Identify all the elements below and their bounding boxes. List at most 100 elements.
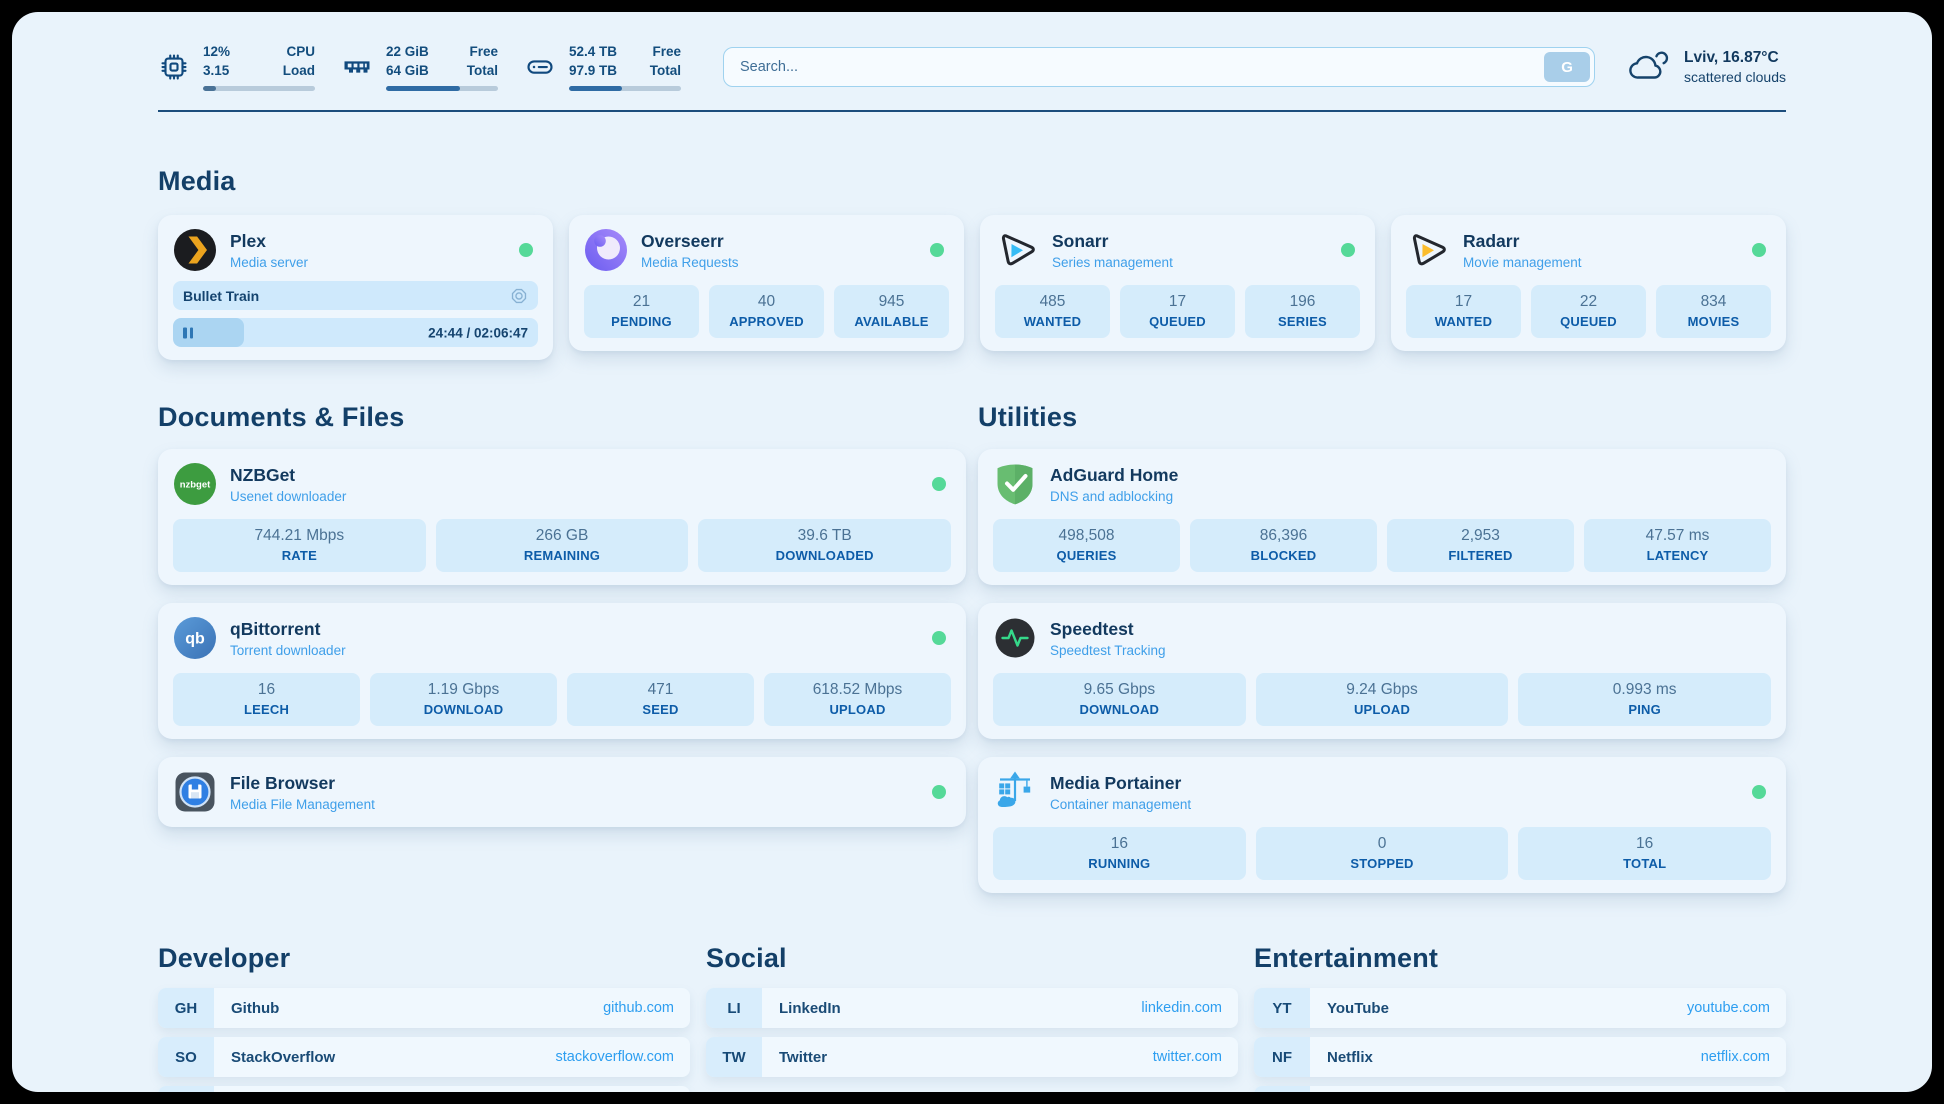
card-qbittorrent[interactable]: qb qBittorrent Torrent downloader 16LEEC… xyxy=(158,603,966,739)
card-title: AdGuard Home xyxy=(1050,465,1178,486)
card-overseerr[interactable]: Overseerr Media Requests 21PENDING 40APP… xyxy=(569,215,964,351)
stat-ping: 0.993 msPING xyxy=(1518,673,1771,726)
link-youtube[interactable]: YT YouTube youtube.com xyxy=(1254,988,1786,1028)
link-abbr: LI xyxy=(706,988,762,1028)
card-title: Overseerr xyxy=(641,231,739,252)
card-subtitle: Movie management xyxy=(1463,255,1582,270)
sonarr-icon xyxy=(995,228,1039,272)
status-dot xyxy=(1341,243,1355,257)
stat-leech: 16LEECH xyxy=(173,673,360,726)
memory-stat-group: 22 GiB64 GiB FreeTotal xyxy=(341,43,498,90)
status-dot xyxy=(1752,785,1766,799)
speedtest-icon xyxy=(993,616,1037,660)
link-reddit[interactable]: RE Reddit reddit.com xyxy=(1254,1086,1786,1092)
memory-values: 22 GiB64 GiB xyxy=(386,43,429,79)
stat-series: 196SERIES xyxy=(1245,285,1360,338)
stat-downloaded: 39.6 TBDOWNLOADED xyxy=(698,519,951,572)
cpu-labels: CPULoad xyxy=(283,43,315,79)
stat-blocked: 86,396BLOCKED xyxy=(1190,519,1377,572)
card-subtitle: Usenet downloader xyxy=(230,489,346,504)
cpu-values: 12%3.15 xyxy=(203,43,230,79)
adguard-icon xyxy=(993,462,1037,506)
link-abbr: RE xyxy=(1254,1086,1310,1092)
stat-download: 1.19 GbpsDOWNLOAD xyxy=(370,673,557,726)
pause-icon[interactable] xyxy=(183,327,193,338)
documents-column: Documents & Files nzbget NZBGet Usenet d… xyxy=(158,402,966,827)
section-title-media: Media xyxy=(158,166,1786,197)
link-linkedin[interactable]: LI LinkedIn linkedin.com xyxy=(706,988,1238,1028)
disk-labels: FreeTotal xyxy=(650,43,681,79)
memory-labels: FreeTotal xyxy=(467,43,498,79)
link-abbr: YT xyxy=(1254,988,1310,1028)
dashboard-page: 12%3.15 CPULoad 22 GiB64 GiB FreeTotal xyxy=(12,12,1932,1092)
memory-progress-bar xyxy=(386,86,498,91)
top-bar: 12%3.15 CPULoad 22 GiB64 GiB FreeTotal xyxy=(158,39,1786,95)
card-title: Media Portainer xyxy=(1050,773,1191,794)
card-subtitle: Series management xyxy=(1052,255,1173,270)
stat-running: 16RUNNING xyxy=(993,827,1246,880)
cloud-moon-icon xyxy=(1625,46,1671,88)
status-dot xyxy=(930,243,944,257)
stat-queued: 17QUEUED xyxy=(1120,285,1235,338)
entertainment-section: Entertainment YT YouTube youtube.com NF … xyxy=(1254,943,1786,1092)
playback-time: 24:44 / 02:06:47 xyxy=(428,325,528,340)
stat-remaining: 266 GBREMAINING xyxy=(436,519,689,572)
stat-wanted: 17WANTED xyxy=(1406,285,1521,338)
link-abbr: SO xyxy=(158,1037,214,1077)
card-title: Plex xyxy=(230,231,308,252)
link-netflix[interactable]: NF Netflix netflix.com xyxy=(1254,1037,1786,1077)
nzbget-icon: nzbget xyxy=(173,462,217,506)
status-dot xyxy=(932,477,946,491)
section-title-social: Social xyxy=(706,943,1238,974)
qbittorrent-icon: qb xyxy=(173,616,217,660)
search-input[interactable] xyxy=(723,47,1595,87)
stat-wanted: 485WANTED xyxy=(995,285,1110,338)
overseerr-icon xyxy=(584,228,628,272)
card-title: Radarr xyxy=(1463,231,1582,252)
playback-progress-bar[interactable]: 24:44 / 02:06:47 xyxy=(173,318,538,347)
search-engine-button[interactable]: G xyxy=(1544,52,1590,82)
disk-icon xyxy=(524,51,556,83)
card-nzbget[interactable]: nzbget NZBGet Usenet downloader 744.21 M… xyxy=(158,449,966,585)
card-subtitle: DNS and adblocking xyxy=(1050,489,1178,504)
stat-latency: 47.57 msLATENCY xyxy=(1584,519,1771,572)
svg-text:qb: qb xyxy=(185,631,205,648)
link-stackoverflow[interactable]: SO StackOverflow stackoverflow.com xyxy=(158,1037,690,1077)
stat-total: 16TOTAL xyxy=(1518,827,1771,880)
now-playing-row: Bullet Train xyxy=(173,281,538,310)
status-dot xyxy=(932,631,946,645)
disk-values: 52.4 TB97.9 TB xyxy=(569,43,617,79)
section-title-documents: Documents & Files xyxy=(158,402,966,433)
link-dev[interactable]: DT DEV dev.to xyxy=(158,1086,690,1092)
section-title-utilities: Utilities xyxy=(978,402,1786,433)
stat-available: 945AVAILABLE xyxy=(834,285,949,338)
card-portainer[interactable]: Media Portainer Container management 16R… xyxy=(978,757,1786,893)
search-bar: G xyxy=(723,47,1595,87)
card-filebrowser[interactable]: File Browser Media File Management xyxy=(158,757,966,827)
status-dot xyxy=(519,243,533,257)
filebrowser-icon xyxy=(173,770,217,814)
card-radarr[interactable]: Radarr Movie management 17WANTED 22QUEUE… xyxy=(1391,215,1786,351)
card-subtitle: Container management xyxy=(1050,797,1191,812)
stat-movies: 834MOVIES xyxy=(1656,285,1771,338)
social-section: Social LI LinkedIn linkedin.com TW Twitt… xyxy=(706,943,1238,1077)
link-twitter[interactable]: TW Twitter twitter.com xyxy=(706,1037,1238,1077)
card-adguard[interactable]: AdGuard Home DNS and adblocking 498,508Q… xyxy=(978,449,1786,585)
gear-icon[interactable] xyxy=(510,287,528,305)
card-sonarr[interactable]: Sonarr Series management 485WANTED 17QUE… xyxy=(980,215,1375,351)
section-title-entertainment: Entertainment xyxy=(1254,943,1786,974)
stat-rate: 744.21 MbpsRATE xyxy=(173,519,426,572)
link-github[interactable]: GH Github github.com xyxy=(158,988,690,1028)
stat-upload: 9.24 GbpsUPLOAD xyxy=(1256,673,1509,726)
card-subtitle: Torrent downloader xyxy=(230,643,346,658)
card-title: NZBGet xyxy=(230,465,346,486)
section-title-developer: Developer xyxy=(158,943,690,974)
stat-approved: 40APPROVED xyxy=(709,285,824,338)
ram-icon xyxy=(341,51,373,83)
card-title: qBittorrent xyxy=(230,619,346,640)
stat-pending: 21PENDING xyxy=(584,285,699,338)
card-speedtest[interactable]: Speedtest Speedtest Tracking 9.65 GbpsDO… xyxy=(978,603,1786,739)
card-title: Sonarr xyxy=(1052,231,1173,252)
link-abbr: DT xyxy=(158,1086,214,1092)
card-plex[interactable]: Plex Media server Bullet Train 24:44 / 0… xyxy=(158,215,553,360)
